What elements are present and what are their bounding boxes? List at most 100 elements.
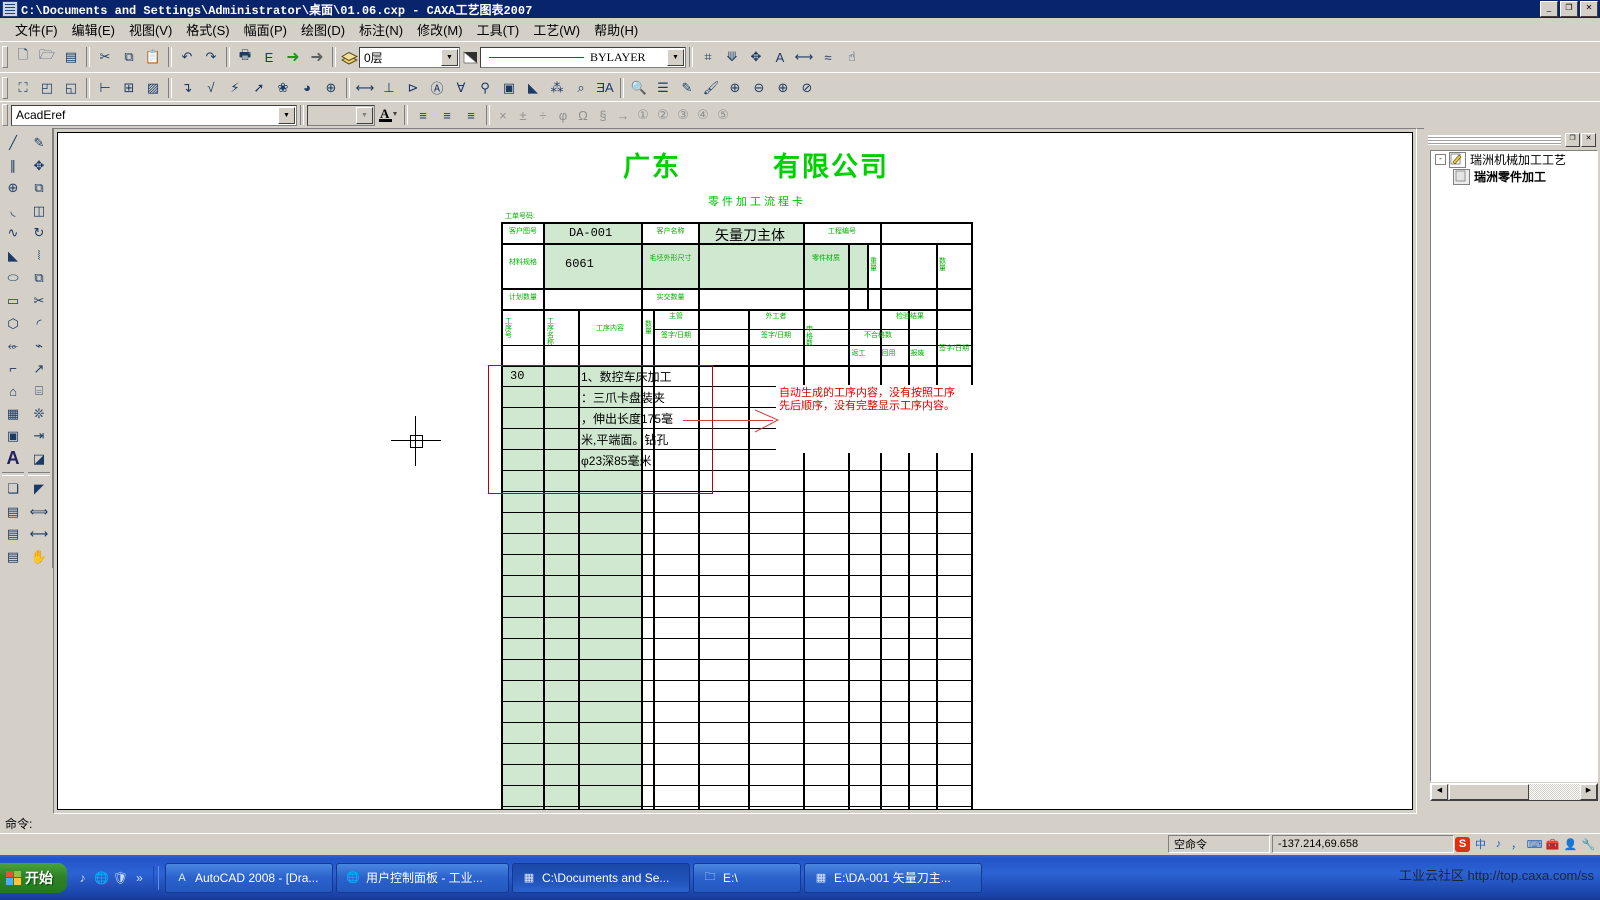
weld-icon[interactable]: ⚡ xyxy=(223,76,247,99)
roughness-icon[interactable]: √ xyxy=(199,76,223,99)
block-icon[interactable]: ▣ xyxy=(1,425,25,448)
redo-icon[interactable]: ↷ xyxy=(199,46,223,69)
move-icon[interactable]: ✥ xyxy=(27,155,51,178)
text-style-icon[interactable]: A xyxy=(768,46,792,69)
align-left-icon[interactable]: ≡ xyxy=(411,104,435,127)
tree-node-root[interactable]: - 瑞洲机械加工工艺 xyxy=(1431,151,1597,168)
slot-icon[interactable]: ⬰ xyxy=(1,335,25,358)
pencil-icon[interactable]: ✎ xyxy=(675,76,699,99)
circle-icon[interactable]: ⊕ xyxy=(1,177,25,200)
chevron-down-icon[interactable]: ▼ xyxy=(356,107,373,124)
paste-icon[interactable]: 📋 xyxy=(141,46,165,69)
tree-expander-icon[interactable]: - xyxy=(1435,154,1446,165)
dimension-icon[interactable]: ⟷ xyxy=(353,76,377,99)
layer-tool-icon[interactable]: ❏ xyxy=(1,478,25,501)
start-button[interactable]: 开始 xyxy=(0,863,67,893)
font-color-icon[interactable]: A xyxy=(375,104,401,127)
text-style-combo[interactable]: AcadEref ▼ xyxy=(11,105,297,126)
brush-icon[interactable]: 🖌 xyxy=(699,76,723,99)
pencil-edit-icon[interactable]: ✎ xyxy=(27,132,51,155)
dim-table-icon[interactable]: ⊞ xyxy=(117,76,141,99)
new-file-icon[interactable]: 🗋 xyxy=(11,46,35,69)
layers-icon[interactable] xyxy=(339,47,359,67)
table-text-icon[interactable]: ▤ xyxy=(1,523,25,546)
keyboard-icon[interactable]: ⌨ xyxy=(1527,837,1542,852)
pan-icon[interactable]: ✋ xyxy=(27,545,51,568)
media-player-icon[interactable]: ♪ xyxy=(74,869,91,886)
table-insert-icon[interactable]: ▤ xyxy=(1,500,25,523)
zoom-window-icon[interactable]: ◰ xyxy=(35,76,59,99)
copy-icon[interactable]: ⧉ xyxy=(117,46,141,69)
command-line[interactable]: 命令: xyxy=(0,815,1600,833)
grid-icon[interactable]: ≈ xyxy=(816,46,840,69)
dim-edit-icon[interactable]: ⟺ xyxy=(27,500,51,523)
ortho-icon[interactable]: ⟱ xyxy=(720,46,744,69)
layer-combo[interactable]: 0层 ▼ xyxy=(359,47,460,68)
toolbox-icon[interactable]: 🧰 xyxy=(1545,837,1560,852)
chevron-down-icon[interactable]: ▼ xyxy=(278,107,295,124)
caption-grip[interactable] xyxy=(1428,135,1561,145)
menu-item-0[interactable]: 文件(F) xyxy=(8,18,65,41)
search-icon[interactable]: 🔍 xyxy=(627,76,651,99)
menu-item-7[interactable]: 修改(M) xyxy=(410,18,470,41)
fillet-icon[interactable]: ◜ xyxy=(27,312,51,335)
print-icon[interactable]: 🖶 xyxy=(233,46,257,69)
corner-icon[interactable]: ◣ xyxy=(521,76,545,99)
browser-icon[interactable]: 🌐 xyxy=(93,869,110,886)
query-icon[interactable]: ⌕ xyxy=(569,76,593,99)
line-icon[interactable]: ╱ xyxy=(1,132,25,155)
taskbar-button-2[interactable]: ▦C:\Documents and Se... xyxy=(512,863,690,893)
arrow-icon[interactable]: ➚ xyxy=(247,76,271,99)
align-center-icon[interactable]: ≡ xyxy=(435,104,459,127)
center-icon[interactable]: ⊕ xyxy=(319,76,343,99)
text-align-icon[interactable]: ⁂ xyxy=(545,76,569,99)
layer-set-icon[interactable]: ◤ xyxy=(27,478,51,501)
text-size-combo[interactable]: ▼ xyxy=(307,105,375,126)
text-icon[interactable]: A xyxy=(1,447,25,470)
chevron-down-icon[interactable]: ▼ xyxy=(667,49,684,66)
dim-style-icon[interactable]: ⟷ xyxy=(792,46,816,69)
explode-icon[interactable]: ⌸ xyxy=(27,380,51,403)
fit-icon[interactable]: ⊕ xyxy=(723,76,747,99)
rotate-icon[interactable]: ↻ xyxy=(27,222,51,245)
offset-icon[interactable]: ⧉ xyxy=(27,267,51,290)
datum-b-icon[interactable]: Ⓐ xyxy=(425,76,449,99)
paste-block-icon[interactable]: ◪ xyxy=(27,447,51,470)
menu-item-3[interactable]: 格式(S) xyxy=(179,18,236,41)
list-icon[interactable]: ☰ xyxy=(651,76,675,99)
drawing-canvas[interactable]: 广东 有限公司 零件加工流程卡 工单号码: 客户图号客户名称工程编号材料规格毛坯… xyxy=(57,132,1413,810)
scroll-right-icon[interactable]: ▶ xyxy=(1580,784,1597,800)
hatch-icon[interactable]: ▦ xyxy=(1,402,25,425)
zoom-all-icon[interactable]: ⛶ xyxy=(11,76,35,99)
parallel-line-icon[interactable]: ∥ xyxy=(1,155,25,178)
menu-item-10[interactable]: 帮助(H) xyxy=(587,18,645,41)
fill-icon[interactable]: ◣ xyxy=(1,245,25,268)
zoom-prev-icon[interactable]: ◱ xyxy=(59,76,83,99)
snap-icon[interactable]: ⌗ xyxy=(696,46,720,69)
mirror-icon[interactable]: ◫ xyxy=(27,200,51,223)
toolbar-grip[interactable] xyxy=(2,104,8,126)
scroll-track[interactable] xyxy=(1529,784,1580,800)
point-capture-icon[interactable]: ✥ xyxy=(744,46,768,69)
align-tool-icon[interactable]: ⇥ xyxy=(27,425,51,448)
user-icon[interactable]: 👤 xyxy=(1563,837,1578,852)
zoom-in-icon[interactable]: ⊕ xyxy=(771,76,795,99)
corner-bracket-icon[interactable]: ⌐ xyxy=(1,357,25,380)
frame-icon[interactable]: ▣ xyxy=(497,76,521,99)
erase-icon[interactable]: E xyxy=(257,46,281,69)
wrench-icon[interactable]: 🔧 xyxy=(1581,837,1596,852)
toolbar-grip[interactable] xyxy=(2,77,8,99)
scroll-left-icon[interactable]: ◀ xyxy=(1431,784,1448,800)
cut-icon[interactable]: ✂ xyxy=(93,46,117,69)
polyline-icon[interactable]: ⌂ xyxy=(1,380,25,403)
taskbar-button-3[interactable]: 🗀E:\ xyxy=(693,863,801,893)
stretch-icon[interactable]: ↗ xyxy=(27,357,51,380)
close-button[interactable]: ✕ xyxy=(1580,1,1598,17)
align-right-icon[interactable]: ≡ xyxy=(459,104,483,127)
polygon-icon[interactable]: ⬡ xyxy=(1,312,25,335)
linewidth-combo[interactable]: BYLAYER ▼ xyxy=(480,47,686,68)
letter-a-icon[interactable]: ƎA xyxy=(593,76,617,99)
spline-icon[interactable]: ∿ xyxy=(1,222,25,245)
menu-item-6[interactable]: 标注(N) xyxy=(352,18,410,41)
panel-close-button[interactable]: ✕ xyxy=(1581,133,1596,147)
